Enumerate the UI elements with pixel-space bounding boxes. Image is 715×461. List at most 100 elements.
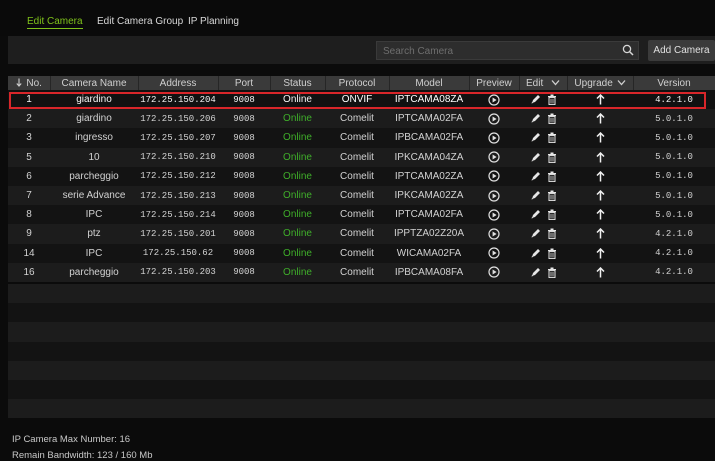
cell-address: 172.25.150.214	[138, 205, 218, 225]
col-header-status[interactable]: Status	[270, 76, 326, 90]
chevron-down-icon[interactable]	[546, 79, 560, 87]
cell-status: Online	[270, 166, 325, 186]
cell-no: 8	[8, 205, 50, 225]
col-header-preview[interactable]: Preview	[469, 76, 520, 90]
trash-icon[interactable]	[547, 171, 557, 182]
play-icon[interactable]	[488, 209, 500, 221]
col-header-protocol[interactable]: Protocol	[325, 76, 390, 90]
trash-icon[interactable]	[547, 248, 557, 259]
cell-model: IPBCAMA08FA	[389, 262, 469, 282]
upgrade-arrow-icon[interactable]	[595, 113, 605, 124]
cell-status: Online	[270, 243, 325, 263]
table-row[interactable]: 7 serie Advance 172.25.150.213 9008 Online Co…	[8, 185, 715, 206]
cell-version: 4.2.1.0	[633, 90, 715, 110]
cell-preview	[469, 128, 519, 148]
play-icon[interactable]	[488, 170, 500, 182]
pencil-icon[interactable]	[530, 228, 541, 239]
col-header-port[interactable]: Port	[218, 76, 271, 90]
upgrade-arrow-icon[interactable]	[595, 247, 605, 259]
cell-protocol: Comelit	[325, 166, 389, 186]
pencil-icon[interactable]	[530, 171, 541, 182]
cell-protocol: Comelit	[325, 147, 389, 167]
col-header-address[interactable]: Address	[138, 76, 219, 90]
upgrade-arrow-icon[interactable]	[595, 228, 605, 239]
upgrade-arrow-icon[interactable]	[595, 209, 605, 220]
pencil-icon[interactable]	[530, 267, 541, 278]
cell-model: IPKCAMA04ZA	[389, 147, 469, 167]
chevron-down-icon[interactable]	[616, 79, 626, 87]
trash-icon[interactable]	[547, 113, 557, 125]
table-row[interactable]: 16 parcheggio 172.25.150.203 9008 Online Come…	[8, 262, 715, 282]
trash-icon[interactable]	[547, 94, 557, 106]
pencil-icon[interactable]	[530, 152, 541, 163]
search-box[interactable]	[376, 41, 639, 61]
upgrade-arrow-icon[interactable]	[595, 170, 605, 182]
play-icon[interactable]	[488, 151, 500, 163]
col-header-model[interactable]: Model	[389, 76, 470, 90]
pencil-icon[interactable]	[530, 132, 541, 143]
cell-no: 7	[8, 185, 50, 206]
col-header-upgrade[interactable]: Upgrade	[567, 76, 634, 90]
empty-row	[8, 303, 715, 323]
table-row[interactable]: 2 giardino 172.25.150.206 9008 Online Comelit…	[8, 109, 715, 129]
play-icon[interactable]	[488, 132, 500, 144]
play-icon[interactable]	[488, 247, 500, 259]
empty-row	[8, 379, 715, 400]
trash-icon[interactable]	[547, 190, 557, 201]
pencil-icon[interactable]	[530, 248, 541, 259]
upgrade-arrow-icon[interactable]	[595, 94, 605, 105]
col-header-camera-name[interactable]: Camera Name	[50, 76, 139, 90]
cell-preview	[469, 166, 519, 186]
trash-icon[interactable]	[547, 152, 557, 163]
table-row[interactable]: 8 IPC 172.25.150.214 9008 Online Comelit IPTCA…	[8, 205, 715, 225]
cell-address: 172.25.150.213	[138, 185, 218, 206]
cell-port: 9008	[218, 224, 270, 244]
cell-protocol: Comelit	[325, 262, 389, 282]
tab-edit-camera[interactable]: Edit Camera	[27, 16, 83, 29]
col-header-edit[interactable]: Edit	[519, 76, 568, 90]
tab-ip-planning[interactable]: IP Planning	[188, 16, 239, 27]
trash-icon[interactable]	[547, 228, 557, 240]
cell-model: IPTCAMA08ZA	[389, 90, 469, 110]
cell-no: 2	[8, 109, 50, 129]
table-row[interactable]: 6 parcheggio 172.25.150.212 9008 Online Comel…	[8, 166, 715, 186]
play-icon[interactable]	[488, 113, 500, 125]
col-header-no[interactable]: No.	[8, 76, 51, 90]
pencil-icon[interactable]	[530, 190, 541, 201]
cell-version: 4.2.1.0	[633, 262, 715, 282]
trash-icon[interactable]	[547, 267, 557, 278]
pencil-icon[interactable]	[530, 113, 541, 124]
search-icon[interactable]	[622, 44, 634, 56]
play-icon[interactable]	[488, 189, 500, 202]
upgrade-arrow-icon[interactable]	[595, 132, 605, 143]
col-header-version[interactable]: Version	[633, 76, 715, 90]
search-input[interactable]	[381, 42, 615, 61]
table-row[interactable]: 5 10 172.25.150.210 9008 Online Comelit IPKCAM…	[8, 147, 715, 167]
upgrade-arrow-icon[interactable]	[595, 189, 605, 201]
table-row[interactable]: 1 giardino 172.25.150.204 9008 Online ONVIF IP…	[8, 90, 715, 110]
cell-status: Online	[270, 109, 325, 129]
upgrade-arrow-icon[interactable]	[595, 151, 605, 163]
play-icon[interactable]	[488, 266, 500, 278]
table-row[interactable]: 14 IPC 172.25.150.62 9008 Online Comelit WICAM…	[8, 243, 715, 263]
cell-port: 9008	[218, 185, 270, 206]
cell-upgrade	[567, 166, 633, 186]
table-row[interactable]: 3 ingresso 172.25.150.207 9008 Online Comelit…	[8, 128, 715, 148]
cell-preview	[469, 262, 519, 282]
cell-version: 5.0.1.0	[633, 109, 715, 129]
cell-edit	[519, 205, 567, 225]
cell-version: 5.0.1.0	[633, 166, 715, 186]
trash-icon[interactable]	[547, 209, 557, 221]
cell-version: 5.0.1.0	[633, 205, 715, 225]
play-icon[interactable]	[488, 93, 500, 106]
sort-arrow-icon[interactable]	[15, 78, 24, 88]
add-camera-button[interactable]: Add Camera	[648, 40, 715, 61]
tab-edit-camera-group[interactable]: Edit Camera Group	[97, 16, 183, 27]
upgrade-arrow-icon[interactable]	[595, 266, 605, 278]
play-icon[interactable]	[488, 228, 500, 240]
trash-icon[interactable]	[547, 132, 557, 144]
pencil-icon[interactable]	[530, 209, 541, 220]
table-row[interactable]: 9 ptz 172.25.150.201 9008 Online Comelit IPPTZ…	[8, 224, 715, 244]
cell-camera-name: ingresso	[50, 128, 138, 148]
pencil-icon[interactable]	[530, 94, 541, 105]
